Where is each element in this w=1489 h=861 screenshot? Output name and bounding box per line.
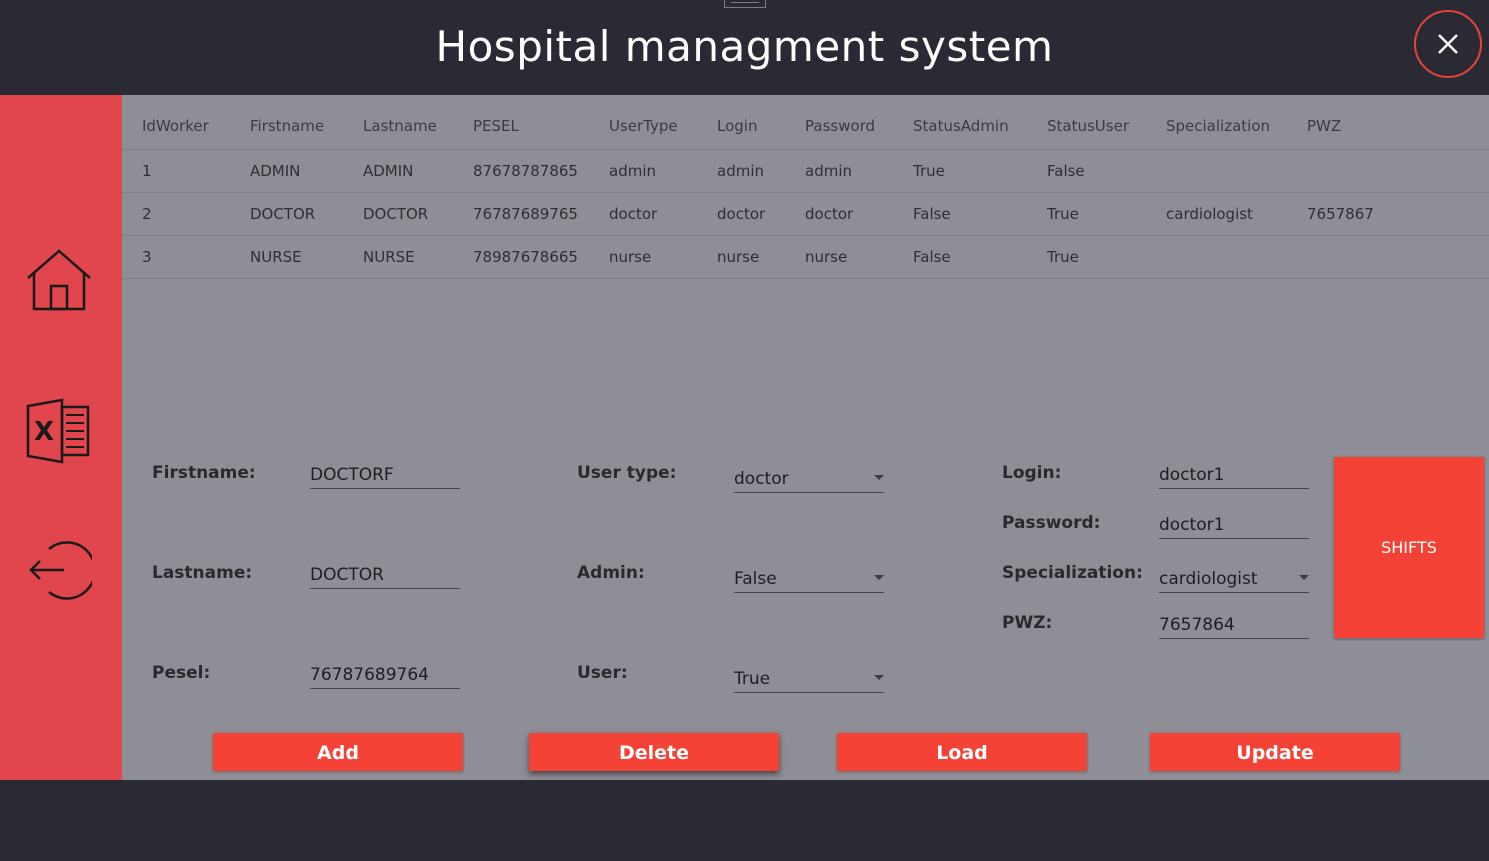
table-cell: 7657867 [1307, 205, 1374, 223]
content-area: IdWorker Firstname Lastname PESEL UserTy… [122, 95, 1489, 780]
table-cell: 78987678665 [473, 248, 578, 266]
add-button[interactable]: Add [213, 733, 463, 771]
delete-button[interactable]: Delete [529, 733, 779, 771]
title-bar: Hospital managment system [0, 0, 1489, 95]
chevron-down-icon[interactable] [874, 575, 884, 580]
col-password[interactable]: Password [805, 95, 875, 157]
app-title: Hospital managment system [435, 22, 1054, 71]
table-row[interactable]: 2 DOCTOR DOCTOR 76787689765 doctor docto… [122, 193, 1489, 236]
pwz-input[interactable]: 7657864 [1159, 611, 1309, 639]
usertype-value: doctor [734, 469, 789, 489]
table-cell: admin [609, 162, 656, 180]
col-pwz[interactable]: PWZ [1307, 95, 1341, 157]
col-lastname[interactable]: Lastname [363, 95, 437, 157]
table-cell: True [913, 162, 945, 180]
login-input[interactable]: doctor1 [1159, 461, 1309, 489]
table-cell: False [1047, 162, 1085, 180]
table-cell: doctor [609, 205, 658, 223]
pwz-label: PWZ: [1002, 613, 1053, 633]
table-cell: 87678787865 [473, 162, 578, 180]
col-pesel[interactable]: PESEL [473, 95, 519, 157]
col-firstname[interactable]: Firstname [250, 95, 324, 157]
specialization-select[interactable]: cardiologist [1159, 563, 1309, 593]
table-cell: True [1047, 248, 1079, 266]
sidebar: X [0, 95, 122, 780]
admin-value: False [734, 569, 777, 589]
col-usertype[interactable]: UserType [609, 95, 678, 157]
table-cell: True [1047, 205, 1079, 223]
specialization-value: cardiologist [1159, 569, 1258, 589]
chevron-down-icon[interactable] [874, 475, 884, 480]
firstname-input[interactable]: DOCTORF [310, 461, 460, 489]
table-cell: False [913, 205, 951, 223]
lastname-input[interactable]: DOCTOR [310, 561, 460, 589]
export-excel-button[interactable]: X [26, 398, 92, 464]
close-icon [1438, 34, 1458, 54]
admin-label: Admin: [577, 563, 645, 583]
user-select[interactable]: True [734, 663, 884, 693]
user-label: User: [577, 663, 628, 683]
shifts-button[interactable]: SHIFTS [1334, 457, 1484, 638]
table-cell: 1 [142, 162, 152, 180]
user-value: True [734, 669, 771, 689]
home-button[interactable] [26, 247, 92, 313]
admin-select[interactable]: False [734, 563, 884, 593]
table-cell: ADMIN [250, 162, 301, 180]
table-cell: ADMIN [363, 162, 414, 180]
col-idworker[interactable]: IdWorker [142, 95, 209, 157]
drag-handle-icon[interactable] [724, 0, 766, 8]
login-label: Login: [1002, 463, 1062, 483]
pesel-label: Pesel: [152, 663, 211, 683]
table-cell: nurse [609, 248, 652, 266]
pesel-input[interactable]: 76787689764 [310, 661, 460, 689]
lastname-label: Lastname: [152, 563, 253, 583]
table-cell: DOCTOR [363, 205, 429, 223]
col-login[interactable]: Login [717, 95, 757, 157]
update-button[interactable]: Update [1150, 733, 1400, 771]
table-cell: 76787689765 [473, 205, 578, 223]
table-row[interactable]: 1 ADMIN ADMIN 87678787865 admin admin ad… [122, 150, 1489, 193]
load-button[interactable]: Load [837, 733, 1087, 771]
table-cell: admin [717, 162, 764, 180]
workers-table[interactable]: IdWorker Firstname Lastname PESEL UserTy… [122, 95, 1489, 279]
table-cell: 2 [142, 205, 152, 223]
table-cell: nurse [805, 248, 848, 266]
chevron-down-icon[interactable] [1299, 575, 1309, 580]
excel-icon: X [26, 398, 90, 464]
close-button[interactable] [1414, 10, 1482, 78]
table-cell: NURSE [250, 248, 302, 266]
logout-icon [29, 541, 97, 600]
table-cell: nurse [717, 248, 760, 266]
table-cell: False [913, 248, 951, 266]
table-cell: doctor [717, 205, 766, 223]
col-specialization[interactable]: Specialization [1166, 95, 1270, 157]
table-cell: NURSE [363, 248, 415, 266]
table-cell: 3 [142, 248, 152, 266]
table-cell: doctor [805, 205, 854, 223]
chevron-down-icon[interactable] [874, 675, 884, 680]
table-header: IdWorker Firstname Lastname PESEL UserTy… [122, 95, 1489, 150]
table-cell: admin [805, 162, 852, 180]
password-label: Password: [1002, 513, 1101, 533]
table-row[interactable]: 3 NURSE NURSE 78987678665 nurse nurse nu… [122, 236, 1489, 279]
specialization-label: Specialization: [1002, 563, 1143, 583]
logout-button[interactable] [26, 537, 97, 603]
usertype-select[interactable]: doctor [734, 463, 884, 493]
usertype-label: User type: [577, 463, 677, 483]
col-statususer[interactable]: StatusUser [1047, 95, 1129, 157]
svg-text:X: X [34, 417, 54, 447]
firstname-label: Firstname: [152, 463, 256, 483]
password-input[interactable]: doctor1 [1159, 511, 1309, 539]
table-cell: cardiologist [1166, 205, 1253, 223]
home-icon [27, 249, 91, 311]
table-cell: DOCTOR [250, 205, 316, 223]
footer-bar [0, 780, 1489, 861]
col-statusadmin[interactable]: StatusAdmin [913, 95, 1009, 157]
